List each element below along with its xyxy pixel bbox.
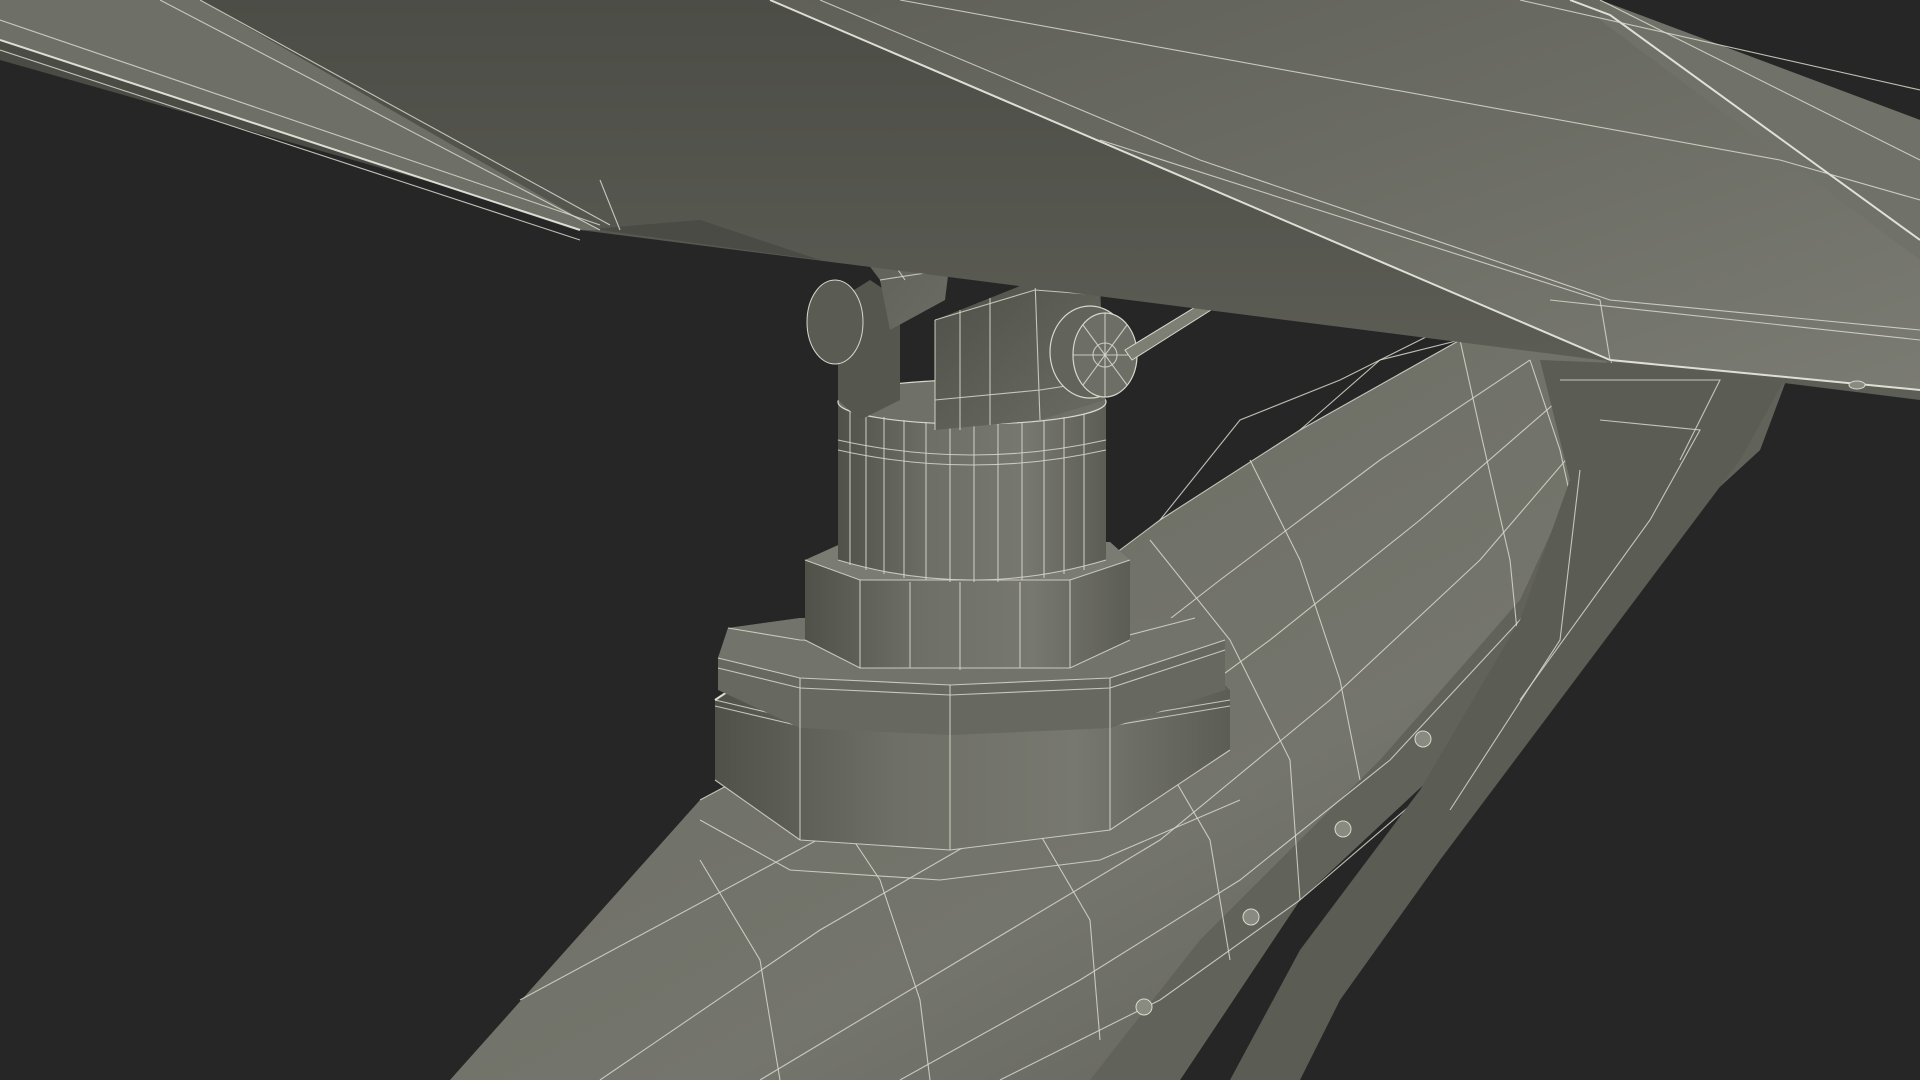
render-viewport [0, 0, 1920, 1080]
wireframe-render [0, 0, 1920, 1080]
panel-bolt [1848, 380, 1866, 390]
